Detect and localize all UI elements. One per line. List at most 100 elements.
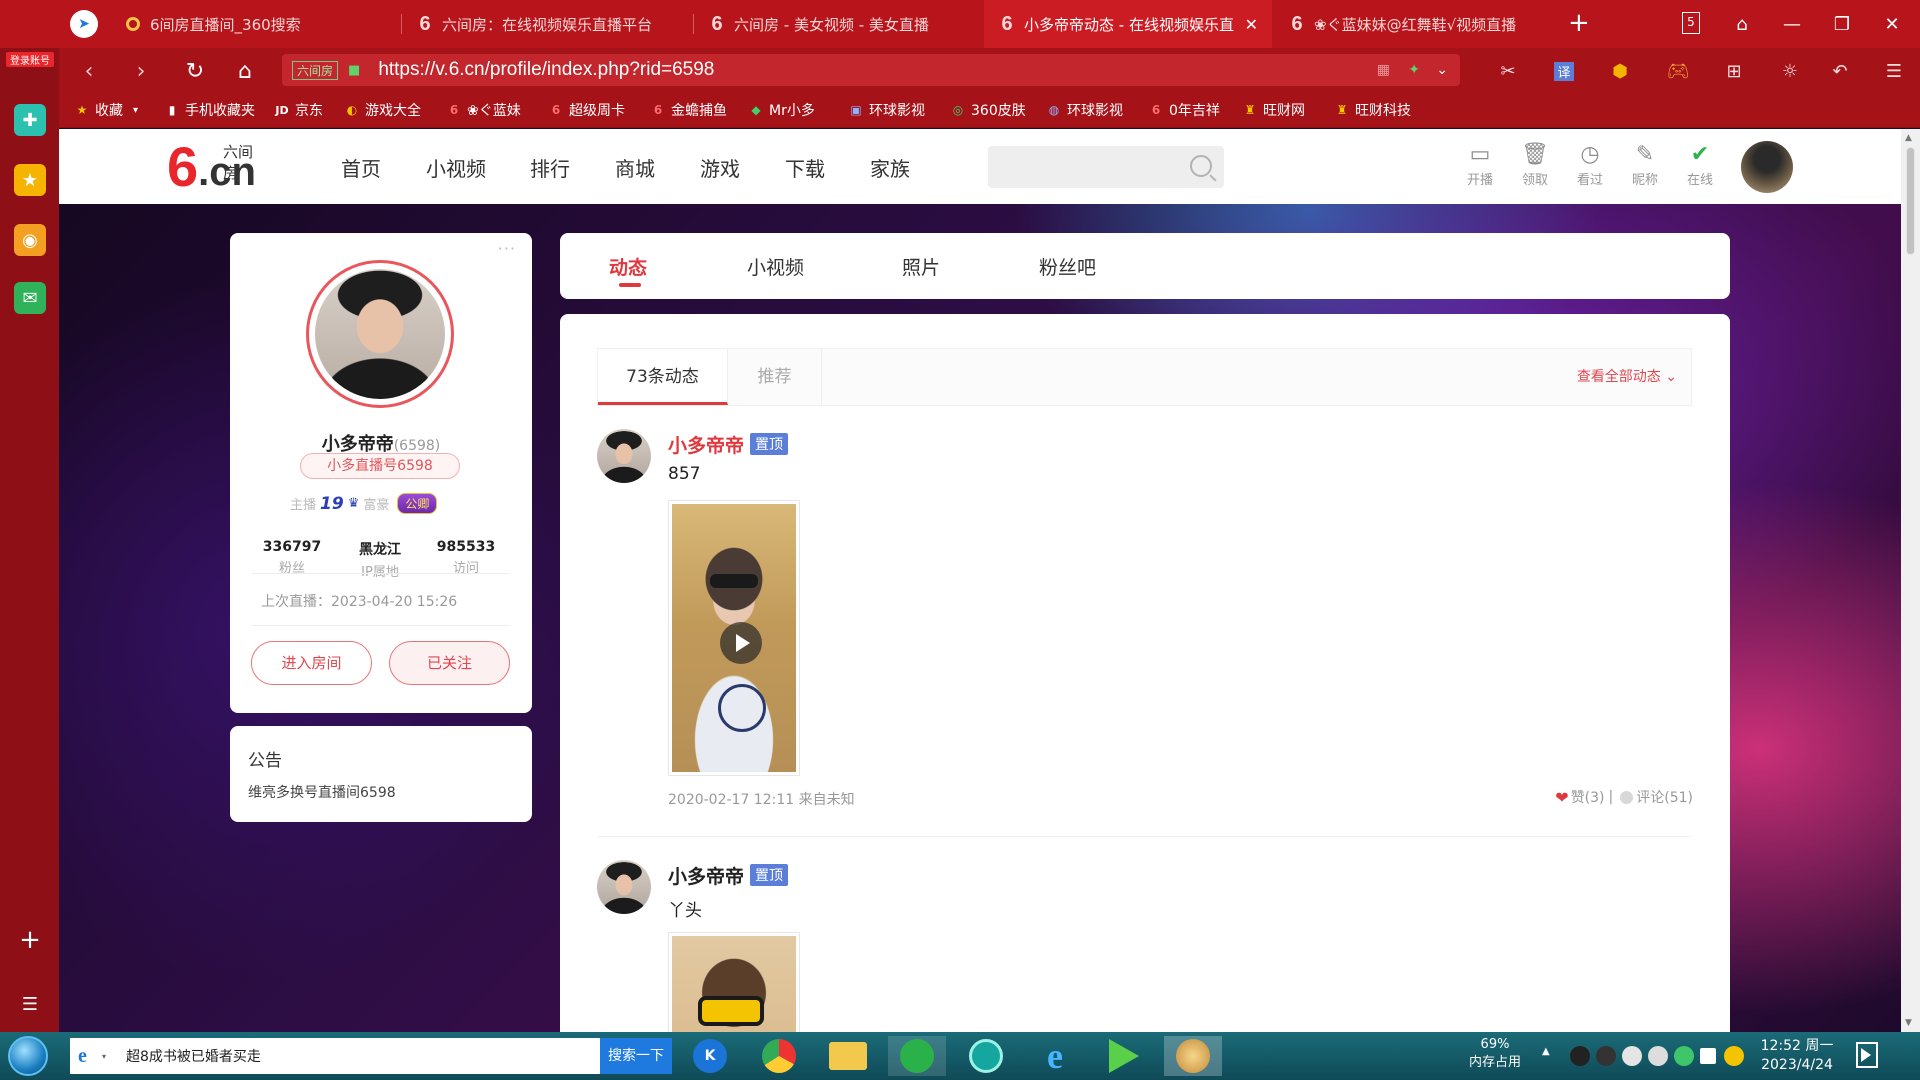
sidebar-plus-app-icon[interactable]: ✚ xyxy=(14,104,46,136)
sidebar-mail-icon[interactable]: ✉ xyxy=(14,282,46,314)
taskbar-app-game[interactable] xyxy=(1164,1036,1222,1076)
nav-games[interactable]: 游戏 xyxy=(700,153,740,182)
game-icon[interactable]: 🎮︎ xyxy=(1664,57,1692,85)
taskbar-search-text[interactable]: 超8成书被已婚者买走 xyxy=(126,1046,261,1066)
bookmark-item[interactable]: ◆ Mr小多 xyxy=(748,98,814,122)
cut-icon[interactable]: ✂ xyxy=(1494,57,1522,85)
post-video-thumbnail[interactable] xyxy=(668,500,800,776)
tray-qq2-icon[interactable] xyxy=(1596,1046,1616,1066)
sidebar-list-icon[interactable]: ☰ xyxy=(14,988,46,1020)
tab-profile-active[interactable]: 6 小多帝帝动态 - 在线视频娱乐直 ✕ xyxy=(984,0,1272,48)
qr-icon[interactable]: ▦ xyxy=(1377,62,1390,78)
comment-count[interactable]: 评论(51) xyxy=(1636,787,1693,807)
sidebar-weibo-icon[interactable]: ◉ xyxy=(14,224,46,256)
play-icon[interactable] xyxy=(720,622,762,664)
taskbar-app-folder[interactable] xyxy=(819,1036,877,1076)
post-author[interactable]: 小多帝帝 xyxy=(668,862,744,889)
nav-download[interactable]: 下载 xyxy=(785,153,825,182)
show-desktop-icon[interactable] xyxy=(1856,1042,1878,1068)
tab-fan-club[interactable]: 粉丝吧 xyxy=(1039,253,1096,280)
taskbar-app-k[interactable]: K xyxy=(681,1036,739,1076)
undo-icon[interactable]: ↶ xyxy=(1826,57,1854,85)
memory-usage[interactable]: 69% 内存占用 xyxy=(1460,1036,1530,1072)
tab-360search[interactable]: 6间房直播间_360搜索 xyxy=(110,0,400,48)
login-label[interactable]: 登录账号 xyxy=(6,52,54,67)
brightness-icon[interactable]: ☼ xyxy=(1776,57,1804,85)
tray-qq-icon[interactable] xyxy=(1570,1046,1590,1066)
sidebar-add-icon[interactable]: + xyxy=(14,924,46,956)
view-all-link[interactable]: 查看全部动态 ⌄ xyxy=(1577,349,1677,405)
speed-icon[interactable]: ✦ xyxy=(1408,62,1420,78)
shield-icon[interactable]: ⬢ xyxy=(1606,57,1634,85)
bookmark-item[interactable]: 6 金蟾捕鱼 xyxy=(650,98,727,122)
search-input[interactable] xyxy=(988,146,1178,188)
feed-tab-all[interactable]: 73条动态 xyxy=(598,349,728,405)
taskbar-search[interactable]: e ▾ 超8成书被已婚者买走 xyxy=(70,1038,600,1074)
tray-360-icon[interactable] xyxy=(1674,1046,1694,1066)
post-avatar[interactable] xyxy=(597,429,651,483)
scroll-thumb[interactable] xyxy=(1906,147,1915,255)
heart-icon[interactable]: ❤ xyxy=(1555,788,1568,807)
post-video-thumbnail[interactable] xyxy=(668,932,800,1032)
tab-nav-icon[interactable]: ➤ xyxy=(70,10,98,38)
taskbar-search-button[interactable]: 搜索一下 xyxy=(600,1038,672,1074)
enter-room-button[interactable]: 进入房间 xyxy=(251,641,372,685)
start-button[interactable] xyxy=(8,1036,48,1076)
close-window-icon[interactable]: ✕ xyxy=(1878,10,1906,38)
feed-tab-recommend[interactable]: 推荐 xyxy=(728,349,822,405)
tab-close-icon[interactable]: ✕ xyxy=(1245,15,1258,34)
page-scrollbar[interactable]: ▲ ▼ xyxy=(1901,129,1920,1032)
nav-mall[interactable]: 商城 xyxy=(615,153,655,182)
bookmark-item[interactable]: 6 0年吉祥 xyxy=(1148,98,1220,122)
site-logo[interactable]: 6 .cn 六间房 xyxy=(167,139,256,195)
nav-short-video[interactable]: 小视频 xyxy=(426,153,486,182)
bookmark-item[interactable]: ▣ 环球影视 xyxy=(848,98,925,122)
header-claim[interactable]: 🗑︎ 领取 xyxy=(1513,143,1557,189)
scroll-up-icon[interactable]: ▲ xyxy=(1905,133,1912,143)
url-text[interactable]: https://v.6.cn/profile/index.php?rid=659… xyxy=(378,59,714,81)
taskbar-app-player[interactable] xyxy=(1095,1036,1153,1076)
header-history[interactable]: ◷ 看过 xyxy=(1568,143,1612,189)
address-bar[interactable]: 六间房 ■ https://v.6.cn/profile/index.php?r… xyxy=(282,54,1460,86)
bookmark-item[interactable]: ♜ 旺财网 xyxy=(1242,98,1305,122)
nav-family[interactable]: 家族 xyxy=(870,153,910,182)
skin-icon[interactable]: ⌂ xyxy=(1728,10,1756,38)
nav-ranking[interactable]: 排行 xyxy=(530,153,570,182)
header-start-live[interactable]: ▭ 开播 xyxy=(1458,143,1502,189)
bookmark-item[interactable]: 6 超级周卡 xyxy=(548,98,625,122)
forward-icon[interactable]: › xyxy=(126,56,156,86)
tab-photos[interactable]: 照片 xyxy=(902,253,940,280)
home-icon[interactable]: ⌂ xyxy=(230,56,260,86)
taskbar-app-360[interactable] xyxy=(888,1036,946,1076)
user-avatar[interactable] xyxy=(1741,141,1793,193)
address-dropdown-icon[interactable]: ⌄ xyxy=(1436,62,1448,78)
tray-expand-icon[interactable]: ▲ xyxy=(1542,1046,1550,1057)
translate-icon[interactable]: 译 xyxy=(1550,57,1578,85)
taskbar-clock[interactable]: 12:52 周一 2023/4/24 xyxy=(1752,1037,1842,1075)
post-avatar[interactable] xyxy=(597,860,651,914)
new-tab-button[interactable]: + xyxy=(1568,8,1590,38)
header-online[interactable]: ✔ 在线 xyxy=(1678,143,1722,189)
tray-network-icon[interactable] xyxy=(1700,1048,1716,1064)
bookmark-item[interactable]: 6 ❀ぐ蓝妹 xyxy=(446,98,521,122)
tray-app-icon[interactable] xyxy=(1622,1046,1642,1066)
bookmark-item[interactable]: ♜ 旺财科技 xyxy=(1334,98,1411,122)
restore-icon[interactable]: ❐ xyxy=(1828,10,1856,38)
tab-6cn-home[interactable]: 6 六间房：在线视频娱乐直播平台 xyxy=(402,0,692,48)
refresh-icon[interactable]: ↻ xyxy=(180,56,210,86)
search-icon[interactable] xyxy=(1190,155,1212,177)
tab-counter-icon[interactable]: 5 xyxy=(1682,12,1700,34)
post-author[interactable]: 小多帝帝 xyxy=(668,431,744,458)
bookmark-item[interactable]: ◍ 环球影视 xyxy=(1046,98,1123,122)
followed-button[interactable]: 已关注 xyxy=(389,641,510,685)
tab-short-video[interactable]: 小视频 xyxy=(747,253,804,280)
menu-icon[interactable]: ☰ xyxy=(1880,57,1908,85)
comment-icon[interactable] xyxy=(1620,790,1634,804)
taskbar-app-ie[interactable]: e xyxy=(1026,1036,1084,1076)
tray-app2-icon[interactable] xyxy=(1648,1046,1668,1066)
grid-icon[interactable]: ⊞ xyxy=(1720,57,1748,85)
tab-feed[interactable]: 动态 xyxy=(609,253,647,280)
bookmark-item[interactable]: ◐ 游戏大全 xyxy=(344,98,421,122)
bookmark-item[interactable]: ▮ 手机收藏夹 xyxy=(164,98,255,122)
tab-lanmeimei[interactable]: 6 ❀ぐ蓝妹妹@红舞鞋√视频直播 xyxy=(1274,0,1530,48)
